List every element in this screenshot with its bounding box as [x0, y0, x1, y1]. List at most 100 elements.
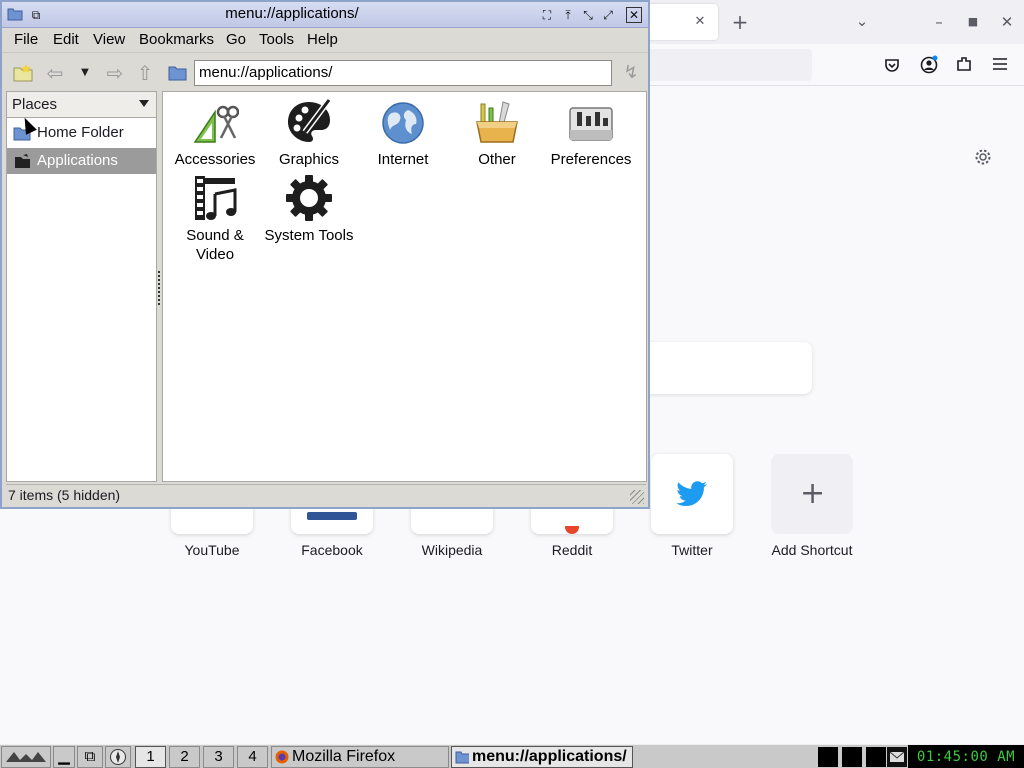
menu-file[interactable]: File	[14, 31, 38, 48]
menu-bar: File Edit View Bookmarks Go Tools Help	[2, 28, 648, 52]
menu-edit[interactable]: Edit	[53, 31, 79, 48]
place-label: Home Folder	[37, 124, 124, 141]
place-label: Applications	[37, 152, 118, 169]
folder-view: Accessories Graphics Internet Other Pref…	[162, 91, 647, 482]
envelope-icon	[889, 751, 905, 762]
title-bar[interactable]: ⧉ menu://applications/ ⛶ ⤒ ⤡ ⤢ ✕	[2, 2, 648, 28]
tray-cpu-monitor	[818, 747, 838, 767]
fullscreen-icon[interactable]: ⛶	[539, 7, 555, 23]
maximize-icon[interactable]: ⤢	[600, 7, 616, 23]
splitter-grip	[158, 271, 160, 305]
compass-icon	[110, 749, 126, 765]
status-text: 7 items (5 hidden)	[8, 487, 121, 503]
workspace-4[interactable]: 4	[237, 746, 268, 768]
workspace-label: 4	[248, 748, 257, 765]
tile-label-twitter: Twitter	[671, 542, 713, 558]
settings-gear-icon[interactable]	[974, 148, 992, 166]
tile-label-wikipedia: Wikipedia	[421, 542, 483, 558]
tray-network-monitor	[842, 747, 862, 767]
firefox-search-box[interactable]	[648, 342, 812, 394]
resize-grip[interactable]	[630, 490, 644, 504]
firefox-tab[interactable]: ✕	[648, 4, 718, 40]
plus-icon: +	[800, 476, 826, 511]
sound-video-icon	[195, 176, 237, 220]
icewm-logo-icon	[6, 752, 46, 762]
forward-icon[interactable]: ⇨	[104, 62, 126, 84]
minimize-icon[interactable]: –	[929, 12, 949, 32]
app-item-internet[interactable]: Internet	[356, 100, 450, 169]
back-icon[interactable]: ⇦	[44, 62, 66, 84]
maximize-icon[interactable]: ■	[963, 12, 983, 32]
close-window-icon[interactable]: ✕	[997, 12, 1017, 32]
place-applications[interactable]: Applications	[7, 148, 156, 174]
app-item-sound-video[interactable]: Sound & Video	[168, 174, 262, 264]
internet-globe-icon	[382, 102, 424, 144]
taskbar: ▁ ⧉ 1 2 3 4 Mozilla Firefox menu://appli…	[0, 744, 1024, 768]
mail-icon[interactable]	[887, 747, 907, 767]
file-manager-window: ⧉ menu://applications/ ⛶ ⤒ ⤡ ⤢ ✕ File Ed…	[0, 0, 650, 509]
facebook-icon	[307, 512, 357, 520]
side-panel-mode-label: Places	[12, 96, 58, 113]
app-label: Internet	[377, 151, 429, 168]
add-shortcut-tile[interactable]: +	[771, 454, 853, 534]
side-panel: Places Home Folder Applications	[6, 91, 157, 482]
menu-help[interactable]: Help	[307, 31, 338, 48]
tile-label-facebook: Facebook	[301, 542, 363, 558]
window-list-icon: ⧉	[84, 748, 96, 765]
toolbar: ⇦ ▼ ⇨ ⇧ menu://applications/ ↯	[2, 52, 648, 90]
menu-go[interactable]: Go	[226, 31, 246, 48]
graphics-palette-icon	[288, 98, 332, 142]
workspace-label: 3	[214, 748, 223, 765]
task-file-manager[interactable]: menu://applications/	[451, 746, 633, 768]
iconify-icon[interactable]: ⤡	[580, 7, 596, 23]
menu-bookmarks[interactable]: Bookmarks	[139, 31, 214, 48]
new-tab-icon[interactable]: +	[730, 12, 750, 32]
task-firefox[interactable]: Mozilla Firefox	[271, 746, 449, 768]
workspace-2[interactable]: 2	[169, 746, 200, 768]
app-item-graphics[interactable]: Graphics	[262, 98, 356, 169]
account-icon[interactable]	[919, 55, 939, 75]
location-bar[interactable]: menu://applications/	[194, 60, 612, 86]
firefox-icon	[275, 750, 289, 764]
app-item-accessories[interactable]: Accessories	[168, 102, 262, 169]
firefox-url-bar[interactable]	[648, 49, 812, 81]
twitter-icon	[676, 481, 707, 506]
tile-label-reddit: Reddit	[551, 542, 593, 558]
app-item-system-tools[interactable]: System Tools	[262, 174, 356, 245]
show-desktop-button[interactable]: ▁	[53, 746, 75, 768]
task-label: Mozilla Firefox	[292, 748, 396, 765]
workspace-label: 1	[146, 748, 155, 765]
app-label: Accessories	[174, 151, 256, 168]
task-label: menu://applications/	[472, 748, 627, 765]
go-icon[interactable]: ↯	[620, 62, 642, 84]
parent-folder-icon[interactable]: ⇧	[134, 62, 156, 84]
shortcut-tile-twitter[interactable]	[651, 454, 733, 534]
menu-view[interactable]: View	[93, 31, 125, 48]
status-bar: 7 items (5 hidden)	[6, 484, 646, 506]
workspace-3[interactable]: 3	[203, 746, 234, 768]
icewm-start-button[interactable]	[1, 746, 51, 768]
extensions-icon[interactable]	[955, 55, 973, 73]
pocket-icon[interactable]	[883, 56, 901, 74]
app-label: Preferences	[550, 151, 632, 168]
menu-tools[interactable]: Tools	[259, 31, 294, 48]
app-label: System Tools	[264, 227, 354, 244]
app-item-other[interactable]: Other	[450, 98, 544, 169]
location-folder-icon	[168, 66, 187, 81]
history-dropdown-icon[interactable]: ▼	[74, 62, 96, 84]
menu-icon[interactable]	[991, 56, 1009, 72]
window-list-button[interactable]: ⧉	[77, 746, 103, 768]
workspace-1[interactable]: 1	[135, 746, 166, 768]
browser-launcher-button[interactable]	[105, 746, 131, 768]
dropdown-arrow-icon	[139, 100, 149, 107]
close-tab-icon[interactable]: ✕	[690, 12, 710, 32]
list-tabs-icon[interactable]: ⌄	[852, 11, 872, 31]
new-tab-folder-icon[interactable]	[12, 62, 34, 84]
clock[interactable]: 01:45:00 AM	[908, 745, 1024, 768]
preferences-icon	[569, 107, 613, 141]
tray-monitor	[866, 747, 886, 767]
always-on-top-icon[interactable]: ⤒	[560, 7, 576, 23]
app-item-preferences[interactable]: Preferences	[544, 100, 638, 169]
tile-label-youtube: YouTube	[184, 542, 240, 558]
close-icon[interactable]: ✕	[626, 7, 642, 23]
